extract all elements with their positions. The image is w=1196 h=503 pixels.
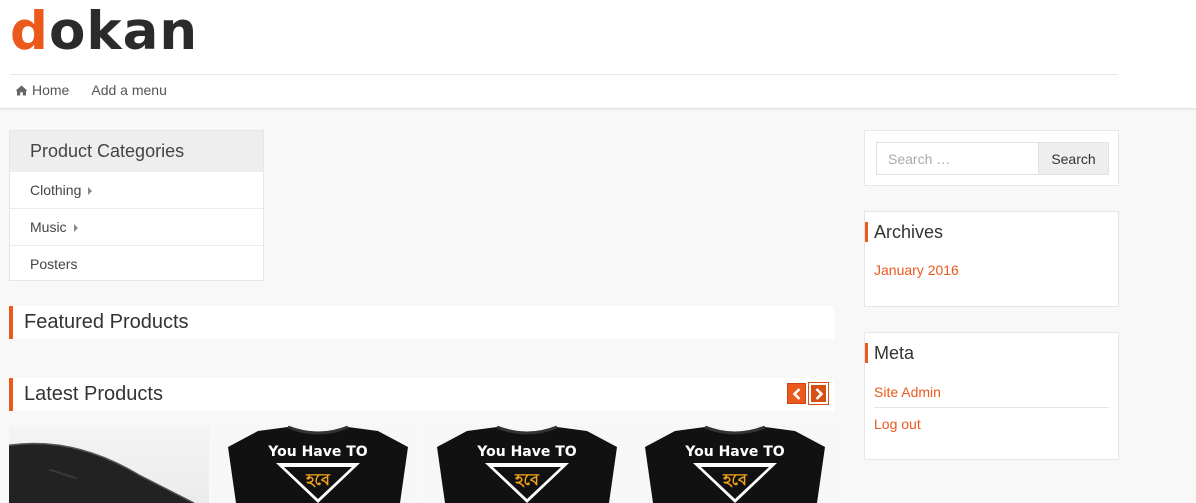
archives-widget: Archives January 2016	[864, 211, 1119, 307]
tshirt-slogan: You Have TO	[267, 444, 368, 460]
category-item-music[interactable]: Music	[10, 208, 263, 245]
meta-widget: Meta Site Admin Log out	[864, 332, 1119, 460]
product-card[interactable]: You Have TO হবে	[635, 425, 835, 503]
caret-right-icon	[88, 187, 93, 195]
home-icon	[15, 85, 28, 95]
nav-item-home[interactable]: Home	[15, 82, 69, 98]
featured-products-title: Featured Products	[24, 311, 189, 333]
tshirt-bengali-text: হবে	[305, 470, 331, 489]
product-image	[9, 442, 195, 503]
tshirt-slogan: You Have TO	[684, 444, 785, 460]
category-label: Posters	[30, 256, 78, 272]
meta-title: Meta	[865, 343, 914, 363]
product-card[interactable]: You Have TO হবে	[427, 425, 627, 503]
product-image: You Have TO হবে	[228, 425, 408, 503]
tshirt-bengali-text: হবে	[722, 470, 748, 489]
site-header: dokan Home Add a menu	[0, 0, 1196, 109]
nav-item-label: Home	[32, 82, 70, 98]
main-nav: Home Add a menu	[15, 82, 167, 98]
product-categories-widget: Product Categories Clothing Music Poster…	[9, 130, 264, 281]
meta-link-site-admin[interactable]: Site Admin	[874, 384, 941, 400]
latest-products-heading: Latest Products	[9, 378, 834, 411]
meta-divider	[874, 407, 1109, 408]
nav-item-add-menu[interactable]: Add a menu	[91, 82, 167, 98]
archive-link-january-2016[interactable]: January 2016	[874, 262, 959, 278]
product-card[interactable]: You Have TO হবে	[218, 425, 418, 503]
product-card[interactable]	[9, 425, 209, 503]
search-widget: Search … Search	[864, 130, 1119, 186]
search-button[interactable]: Search	[1038, 142, 1109, 175]
nav-item-label: Add a menu	[91, 82, 167, 98]
category-label: Music	[30, 219, 67, 235]
carousel-next-button[interactable]	[808, 382, 829, 405]
tshirt-bengali-text: হবে	[514, 470, 540, 489]
category-item-clothing[interactable]: Clothing	[10, 171, 263, 208]
product-categories-title: Product Categories	[10, 131, 263, 171]
latest-products-title: Latest Products	[24, 383, 163, 405]
site-logo[interactable]: dokan	[10, 2, 198, 62]
header-divider	[10, 74, 1118, 75]
chevron-left-icon	[792, 387, 800, 400]
carousel-prev-button[interactable]	[787, 383, 806, 404]
product-image: You Have TO হবে	[645, 425, 825, 503]
product-image: You Have TO হবে	[437, 425, 617, 503]
tshirt-slogan: You Have TO	[476, 444, 577, 460]
featured-products-heading: Featured Products	[9, 306, 834, 339]
chevron-right-icon	[815, 387, 823, 400]
meta-link-log-out[interactable]: Log out	[874, 416, 921, 432]
category-label: Clothing	[30, 182, 82, 198]
category-item-posters[interactable]: Posters	[10, 245, 263, 282]
caret-right-icon	[73, 224, 78, 232]
search-input[interactable]: Search …	[876, 142, 1039, 175]
archives-title: Archives	[865, 222, 943, 242]
